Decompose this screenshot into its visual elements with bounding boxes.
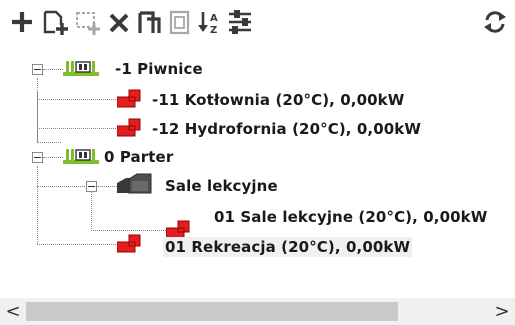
scroll-left-button[interactable]: < xyxy=(0,298,26,325)
floors-button[interactable] xyxy=(226,8,254,36)
copy-icon xyxy=(138,11,161,33)
building-tree-panel: A Z -1 Piwnice -11 Kotłownia (20°C), 0,0… xyxy=(0,0,515,325)
room-icon xyxy=(117,234,141,253)
add-group-icon xyxy=(76,12,100,35)
tree-node-label[interactable]: -1 Piwnice xyxy=(115,59,203,79)
refresh-button[interactable] xyxy=(481,8,509,36)
paste-icon xyxy=(169,10,190,35)
tree-connector xyxy=(97,186,117,187)
tree-connector xyxy=(37,142,61,143)
tree-node-label[interactable]: -11 Kotłownia (20°C), 0,00kW xyxy=(152,90,404,110)
svg-text:Z: Z xyxy=(210,25,217,36)
plus-icon xyxy=(12,12,32,32)
tree-node-label-selected[interactable]: 01 Rekreacja (20°C), 0,00kW xyxy=(163,237,413,257)
scroll-right-button[interactable]: > xyxy=(489,298,515,325)
floor-icon xyxy=(63,149,99,164)
sort-az-icon: A Z xyxy=(198,12,218,36)
tree-connector xyxy=(43,69,63,70)
tree-connector xyxy=(91,230,166,231)
tree-connector xyxy=(37,99,116,100)
add-document-icon xyxy=(43,10,68,35)
tree-node-label[interactable]: 01 Sale lekcyjne (20°C), 0,00kW xyxy=(214,207,487,227)
tree-node-label[interactable]: -12 Hydrofornia (20°C), 0,00kW xyxy=(152,119,421,139)
group-icon xyxy=(117,173,152,194)
refresh-icon xyxy=(484,11,506,33)
svg-text:A: A xyxy=(210,13,218,24)
tree-connector xyxy=(91,192,92,229)
tree-connector xyxy=(37,244,116,245)
collapse-toggle[interactable] xyxy=(32,152,43,163)
tree-connector xyxy=(37,128,116,129)
toolbar: A Z xyxy=(0,0,515,44)
building-tree: -1 Piwnice -11 Kotłownia (20°C), 0,00kW … xyxy=(0,50,515,290)
scrollbar-thumb[interactable] xyxy=(26,302,398,321)
close-icon xyxy=(109,13,129,33)
tree-node-label[interactable]: 0 Parter xyxy=(104,147,173,167)
delete-button[interactable] xyxy=(105,8,133,36)
paste-button[interactable] xyxy=(166,8,194,36)
sort-button[interactable]: A Z xyxy=(195,8,223,36)
collapse-toggle[interactable] xyxy=(86,181,97,192)
floor-icon xyxy=(63,61,99,76)
add-child-button[interactable] xyxy=(41,8,69,36)
collapse-toggle[interactable] xyxy=(32,64,43,75)
add-group-button[interactable] xyxy=(73,8,101,36)
horizontal-scrollbar[interactable]: < > xyxy=(0,298,515,325)
copy-button[interactable] xyxy=(135,8,163,36)
tree-connector xyxy=(37,186,85,187)
floors-icon xyxy=(229,10,251,34)
room-icon xyxy=(117,89,141,108)
room-icon xyxy=(117,118,141,137)
tree-node-label[interactable]: Sale lekcyjne xyxy=(165,176,278,196)
add-button[interactable] xyxy=(8,8,36,36)
tree-connector xyxy=(37,166,38,244)
tree-connector xyxy=(43,157,63,158)
